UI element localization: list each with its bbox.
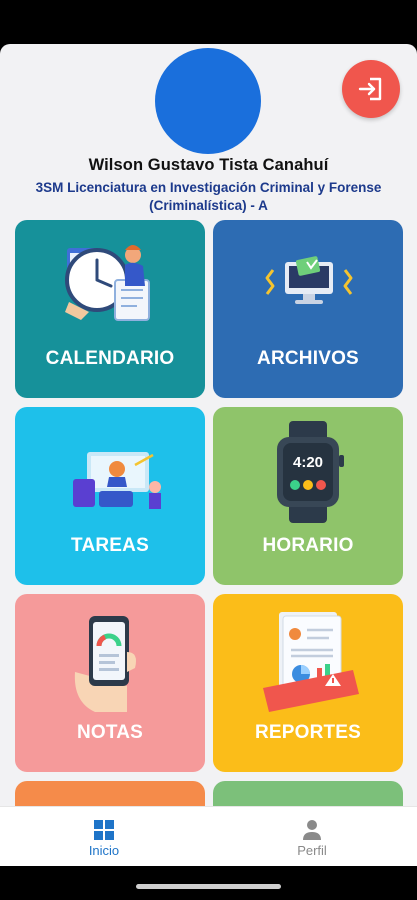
smartwatch-illustration: 4:20 bbox=[277, 421, 344, 523]
nav-item-inicio[interactable]: Inicio bbox=[0, 807, 208, 866]
nav-item-perfil[interactable]: Perfil bbox=[208, 807, 416, 866]
watch-time: 4:20 bbox=[293, 454, 323, 471]
career-line-2: (Criminalística) - A bbox=[149, 198, 268, 213]
career-info: 3SM Licenciatura en Investigación Crimin… bbox=[8, 179, 409, 215]
menu-card-label: TAREAS bbox=[71, 535, 149, 556]
menu-card-label: HORARIO bbox=[262, 535, 354, 556]
person-icon bbox=[303, 820, 321, 840]
home-indicator[interactable] bbox=[136, 884, 281, 889]
tasks-illustration bbox=[73, 452, 161, 509]
user-name: Wilson Gustavo Tista Canahuí bbox=[88, 156, 329, 174]
home-screen: Wilson Gustavo Tista Canahuí 3SM Licenci… bbox=[0, 44, 417, 866]
menu-card-label: CALENDARIO bbox=[45, 348, 175, 369]
grades-phone-illustration bbox=[74, 616, 136, 712]
avatar bbox=[155, 48, 261, 154]
nav-label-inicio: Inicio bbox=[88, 843, 120, 858]
menu-card-reportes[interactable]: REPORTES bbox=[213, 594, 403, 772]
menu-card-tareas[interactable]: TAREAS bbox=[15, 407, 205, 585]
menu-card-label: NOTAS bbox=[76, 722, 144, 743]
dashboard-grid-icon bbox=[94, 820, 114, 840]
menu-card-label: ARCHIVOS bbox=[257, 348, 359, 369]
menu-card-notas[interactable]: NOTAS bbox=[15, 594, 205, 772]
nav-label-perfil: Perfil bbox=[297, 843, 327, 858]
files-illustration bbox=[265, 256, 353, 304]
system-gesture-area bbox=[0, 866, 417, 900]
status-bar bbox=[0, 0, 417, 44]
calendar-clock-illustration bbox=[65, 245, 150, 321]
menu-card-horario[interactable]: 4:20 HORARIO bbox=[213, 407, 403, 585]
menu-card-archivos[interactable]: ARCHIVOS bbox=[213, 220, 403, 398]
menu-card-label: REPORTES bbox=[254, 722, 362, 743]
bottom-navigation: Inicio Perfil bbox=[0, 806, 417, 866]
report-illustration bbox=[263, 612, 359, 712]
logout-button[interactable] bbox=[342, 60, 400, 118]
menu-card-calendario[interactable]: CALENDARIO bbox=[15, 220, 205, 398]
career-line-1: 3SM Licenciatura en Investigación Crimin… bbox=[35, 180, 382, 195]
logout-icon bbox=[358, 77, 382, 101]
